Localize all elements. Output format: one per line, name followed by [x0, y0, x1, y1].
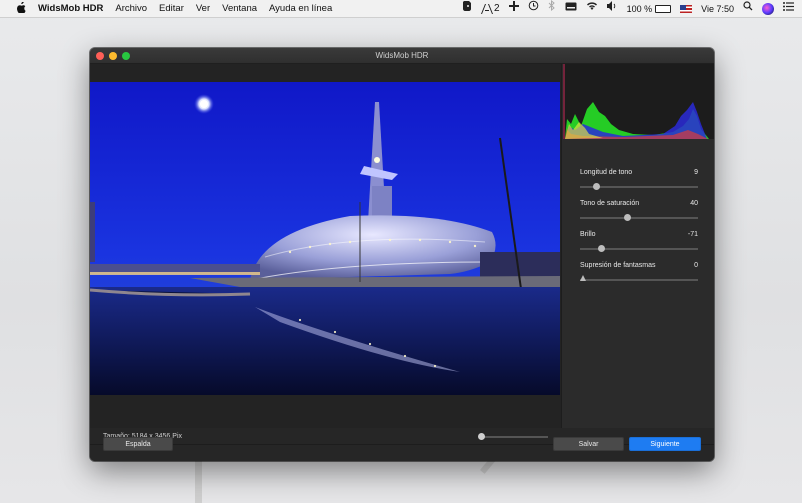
status-area: 2 100 % Vie 7:50 [462, 0, 794, 18]
list-icon[interactable] [783, 0, 794, 18]
zoom-slider-track[interactable] [480, 436, 548, 438]
wifi-icon[interactable] [586, 0, 598, 18]
battery-percent: 100 % [626, 4, 653, 14]
menu-bar: WidsMob HDR Archivo Editar Ver Ventana A… [0, 0, 802, 18]
save-button[interactable]: Salvar [553, 437, 624, 451]
adjustments-panel: Longitud de tono 9 Tono de saturación 40 [561, 64, 714, 428]
menu-ver[interactable]: Ver [196, 3, 210, 14]
keyboard-icon[interactable] [565, 0, 577, 18]
adobe-icon[interactable]: 2 [481, 0, 500, 18]
param-label: Tono de saturación [580, 200, 640, 207]
zoom-slider-knob[interactable] [478, 433, 485, 440]
photo-area: Tamaño: 5184 x 3456 Pix [90, 64, 561, 440]
battery-icon [655, 5, 672, 13]
slider-track[interactable] [580, 245, 698, 252]
param-value: 0 [694, 262, 698, 269]
bluetooth-icon[interactable] [548, 0, 556, 18]
siri-icon[interactable] [762, 3, 774, 15]
slider-track[interactable] [580, 183, 698, 190]
plus-icon[interactable] [508, 0, 519, 18]
histogram [563, 64, 714, 139]
menu-editar[interactable]: Editar [159, 3, 184, 14]
menu-archivo[interactable]: Archivo [115, 3, 147, 14]
menu-app-name[interactable]: WidsMob HDR [38, 3, 103, 14]
app-window: WidsMob HDR Pix Longitud de tono 9 Tono … [90, 48, 714, 461]
slider-knob[interactable] [624, 214, 632, 221]
menu-ventana[interactable]: Ventana [222, 3, 257, 14]
volume-icon[interactable] [606, 0, 618, 18]
next-button[interactable]: Siguiente [629, 437, 701, 451]
param-tono-de-saturacion: Tono de saturación 40 [580, 200, 698, 221]
window-title: WidsMob HDR [375, 51, 429, 60]
param-longitud-de-tono: Longitud de tono 9 [580, 169, 698, 190]
menu-ayuda[interactable]: Ayuda en línea [269, 3, 332, 14]
back-button[interactable]: Espalda [103, 437, 173, 451]
cable-left [195, 460, 202, 503]
evernote-icon[interactable] [462, 0, 472, 18]
slider-knob[interactable] [593, 183, 601, 190]
param-value: 40 [690, 200, 698, 207]
param-brillo: Brillo -71 [580, 231, 698, 252]
minimize-icon[interactable] [109, 52, 117, 60]
history-icon[interactable] [528, 0, 539, 18]
slider-track[interactable] [580, 214, 698, 221]
clock[interactable]: Vie 7:50 [701, 4, 734, 14]
hdr-preview-image[interactable] [90, 82, 560, 395]
slider-knob[interactable] [597, 245, 605, 252]
search-icon[interactable] [743, 0, 753, 18]
battery-indicator[interactable]: 100 % [627, 4, 672, 14]
window-titlebar[interactable]: WidsMob HDR [90, 48, 714, 64]
param-supresion-de-fantasmas: Supresión de fantasmas 0 [580, 262, 698, 281]
param-label: Supresión de fantasmas [580, 262, 656, 269]
apple-icon[interactable] [14, 0, 28, 16]
param-label: Brillo [580, 231, 596, 238]
param-label: Longitud de tono [580, 169, 633, 176]
param-value: 9 [694, 169, 698, 176]
traffic-lights [96, 52, 130, 60]
close-icon[interactable] [96, 52, 104, 60]
slider-track[interactable] [580, 275, 698, 281]
slider-knob[interactable] [580, 275, 586, 281]
flag-icon[interactable] [680, 5, 693, 13]
adobe-count: 2 [494, 3, 500, 14]
param-value: -71 [687, 231, 698, 238]
zoom-icon[interactable] [122, 52, 130, 60]
window-content: Tamaño: 5184 x 3456 Pix Longitud de tono [90, 64, 714, 461]
